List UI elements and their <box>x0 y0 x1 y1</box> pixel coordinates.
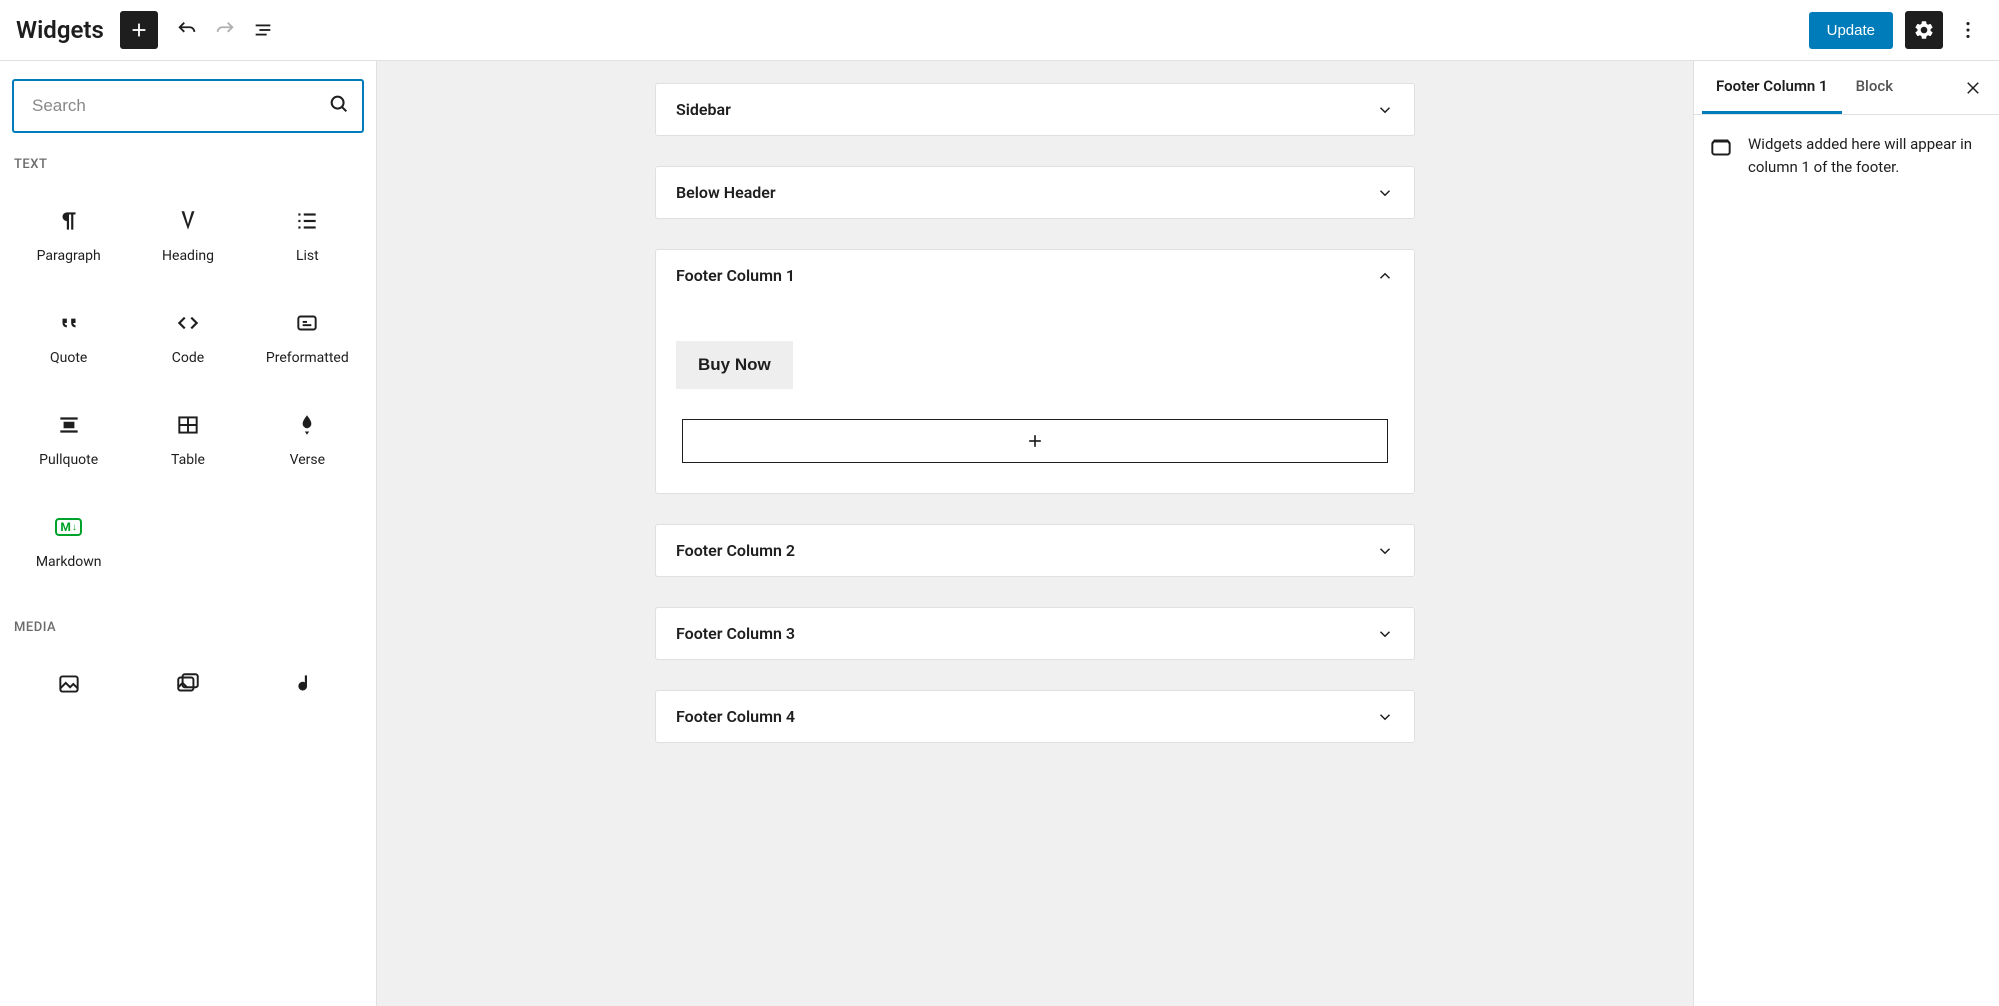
block-label: Markdown <box>36 554 102 570</box>
widget-area-description: Widgets added here will appear in column… <box>1748 133 1985 178</box>
close-icon <box>1964 79 1982 97</box>
block-heading[interactable]: Heading <box>131 188 244 284</box>
block-markdown[interactable]: M↓ Markdown <box>12 494 125 590</box>
block-label: List <box>296 248 319 264</box>
block-list[interactable]: List <box>251 188 364 284</box>
chevron-down-icon <box>1376 184 1394 202</box>
add-block-button[interactable] <box>682 419 1388 463</box>
preformatted-icon <box>294 310 320 336</box>
gallery-icon <box>175 671 201 697</box>
redo-icon <box>214 19 236 41</box>
widget-area-footer-column-4: Footer Column 4 <box>655 690 1415 743</box>
heading-icon <box>175 208 201 234</box>
block-paragraph[interactable]: Paragraph <box>12 188 125 284</box>
chevron-down-icon <box>1376 101 1394 119</box>
list-icon <box>294 208 320 234</box>
block-label: Paragraph <box>37 248 101 264</box>
block-label: Preformatted <box>266 350 349 366</box>
widget-area-sidebar: Sidebar <box>655 83 1415 136</box>
block-preformatted[interactable]: Preformatted <box>251 290 364 386</box>
widget-area-footer-column-1: Footer Column 1 Buy Now <box>655 249 1415 494</box>
block-label: Heading <box>162 248 214 264</box>
chevron-down-icon <box>1376 625 1394 643</box>
kebab-icon <box>1957 19 1979 41</box>
quote-icon <box>56 310 82 336</box>
update-button[interactable]: Update <box>1809 12 1893 49</box>
undo-icon <box>176 19 198 41</box>
block-label: Table <box>171 452 205 468</box>
area-header[interactable]: Sidebar <box>656 84 1414 135</box>
section-media-label: MEDIA <box>14 620 364 635</box>
add-block-toggle-button[interactable] <box>120 11 158 49</box>
list-view-button[interactable] <box>244 11 282 49</box>
area-title: Footer Column 4 <box>676 707 795 726</box>
redo-button[interactable] <box>206 11 244 49</box>
page-title: Widgets <box>16 16 104 44</box>
area-header[interactable]: Footer Column 3 <box>656 608 1414 659</box>
widget-area-footer-column-3: Footer Column 3 <box>655 607 1415 660</box>
block-quote[interactable]: Quote <box>12 290 125 386</box>
canvas: Sidebar Below Header Footer Column 1 Buy <box>377 61 1693 1006</box>
plus-icon <box>1025 431 1045 451</box>
undo-button[interactable] <box>168 11 206 49</box>
close-panel-button[interactable] <box>1955 70 1991 106</box>
section-text-label: TEXT <box>14 157 364 172</box>
markdown-icon: M↓ <box>56 514 82 540</box>
area-title: Footer Column 2 <box>676 541 795 560</box>
pullquote-icon <box>56 412 82 438</box>
block-pullquote[interactable]: Pullquote <box>12 392 125 488</box>
widget-area-footer-column-2: Footer Column 2 <box>655 524 1415 577</box>
code-icon <box>175 310 201 336</box>
chevron-down-icon <box>1376 708 1394 726</box>
topbar: Widgets Update <box>0 0 1999 61</box>
verse-icon <box>294 412 320 438</box>
search-input[interactable] <box>12 79 364 133</box>
block-table[interactable]: Table <box>131 392 244 488</box>
paragraph-icon <box>56 208 82 234</box>
plus-icon <box>128 19 150 41</box>
chevron-up-icon <box>1376 267 1394 285</box>
widget-area-below-header: Below Header <box>655 166 1415 219</box>
more-options-button[interactable] <box>1949 11 1987 49</box>
tab-widget-area[interactable]: Footer Column 1 <box>1702 61 1842 114</box>
button-block[interactable]: Buy Now <box>676 341 1394 389</box>
block-audio[interactable] <box>251 651 364 731</box>
block-label: Quote <box>50 350 87 366</box>
widget-area-icon <box>1708 133 1734 159</box>
block-gallery[interactable] <box>131 651 244 731</box>
block-label: Verse <box>290 452 325 468</box>
settings-button[interactable] <box>1905 11 1943 49</box>
area-header[interactable]: Footer Column 2 <box>656 525 1414 576</box>
block-label: Pullquote <box>39 452 98 468</box>
block-verse[interactable]: Verse <box>251 392 364 488</box>
area-header[interactable]: Below Header <box>656 167 1414 218</box>
list-view-icon <box>252 19 274 41</box>
image-icon <box>56 671 82 697</box>
area-header[interactable]: Footer Column 1 <box>656 250 1414 301</box>
block-image[interactable] <box>12 651 125 731</box>
settings-panel: Footer Column 1 Block Widgets added here… <box>1693 61 1999 1006</box>
audio-icon <box>294 671 320 697</box>
block-code[interactable]: Code <box>131 290 244 386</box>
area-header[interactable]: Footer Column 4 <box>656 691 1414 742</box>
area-title: Footer Column 1 <box>676 266 795 285</box>
block-label: Code <box>172 350 204 366</box>
chevron-down-icon <box>1376 542 1394 560</box>
gear-icon <box>1913 19 1935 41</box>
area-title: Sidebar <box>676 100 731 119</box>
area-title: Below Header <box>676 183 776 202</box>
buy-now-button[interactable]: Buy Now <box>676 341 793 389</box>
table-icon <box>175 412 201 438</box>
area-title: Footer Column 3 <box>676 624 795 643</box>
block-inserter-panel: TEXT Paragraph Heading List Quote Code <box>0 61 377 1006</box>
tab-block[interactable]: Block <box>1842 61 1907 114</box>
